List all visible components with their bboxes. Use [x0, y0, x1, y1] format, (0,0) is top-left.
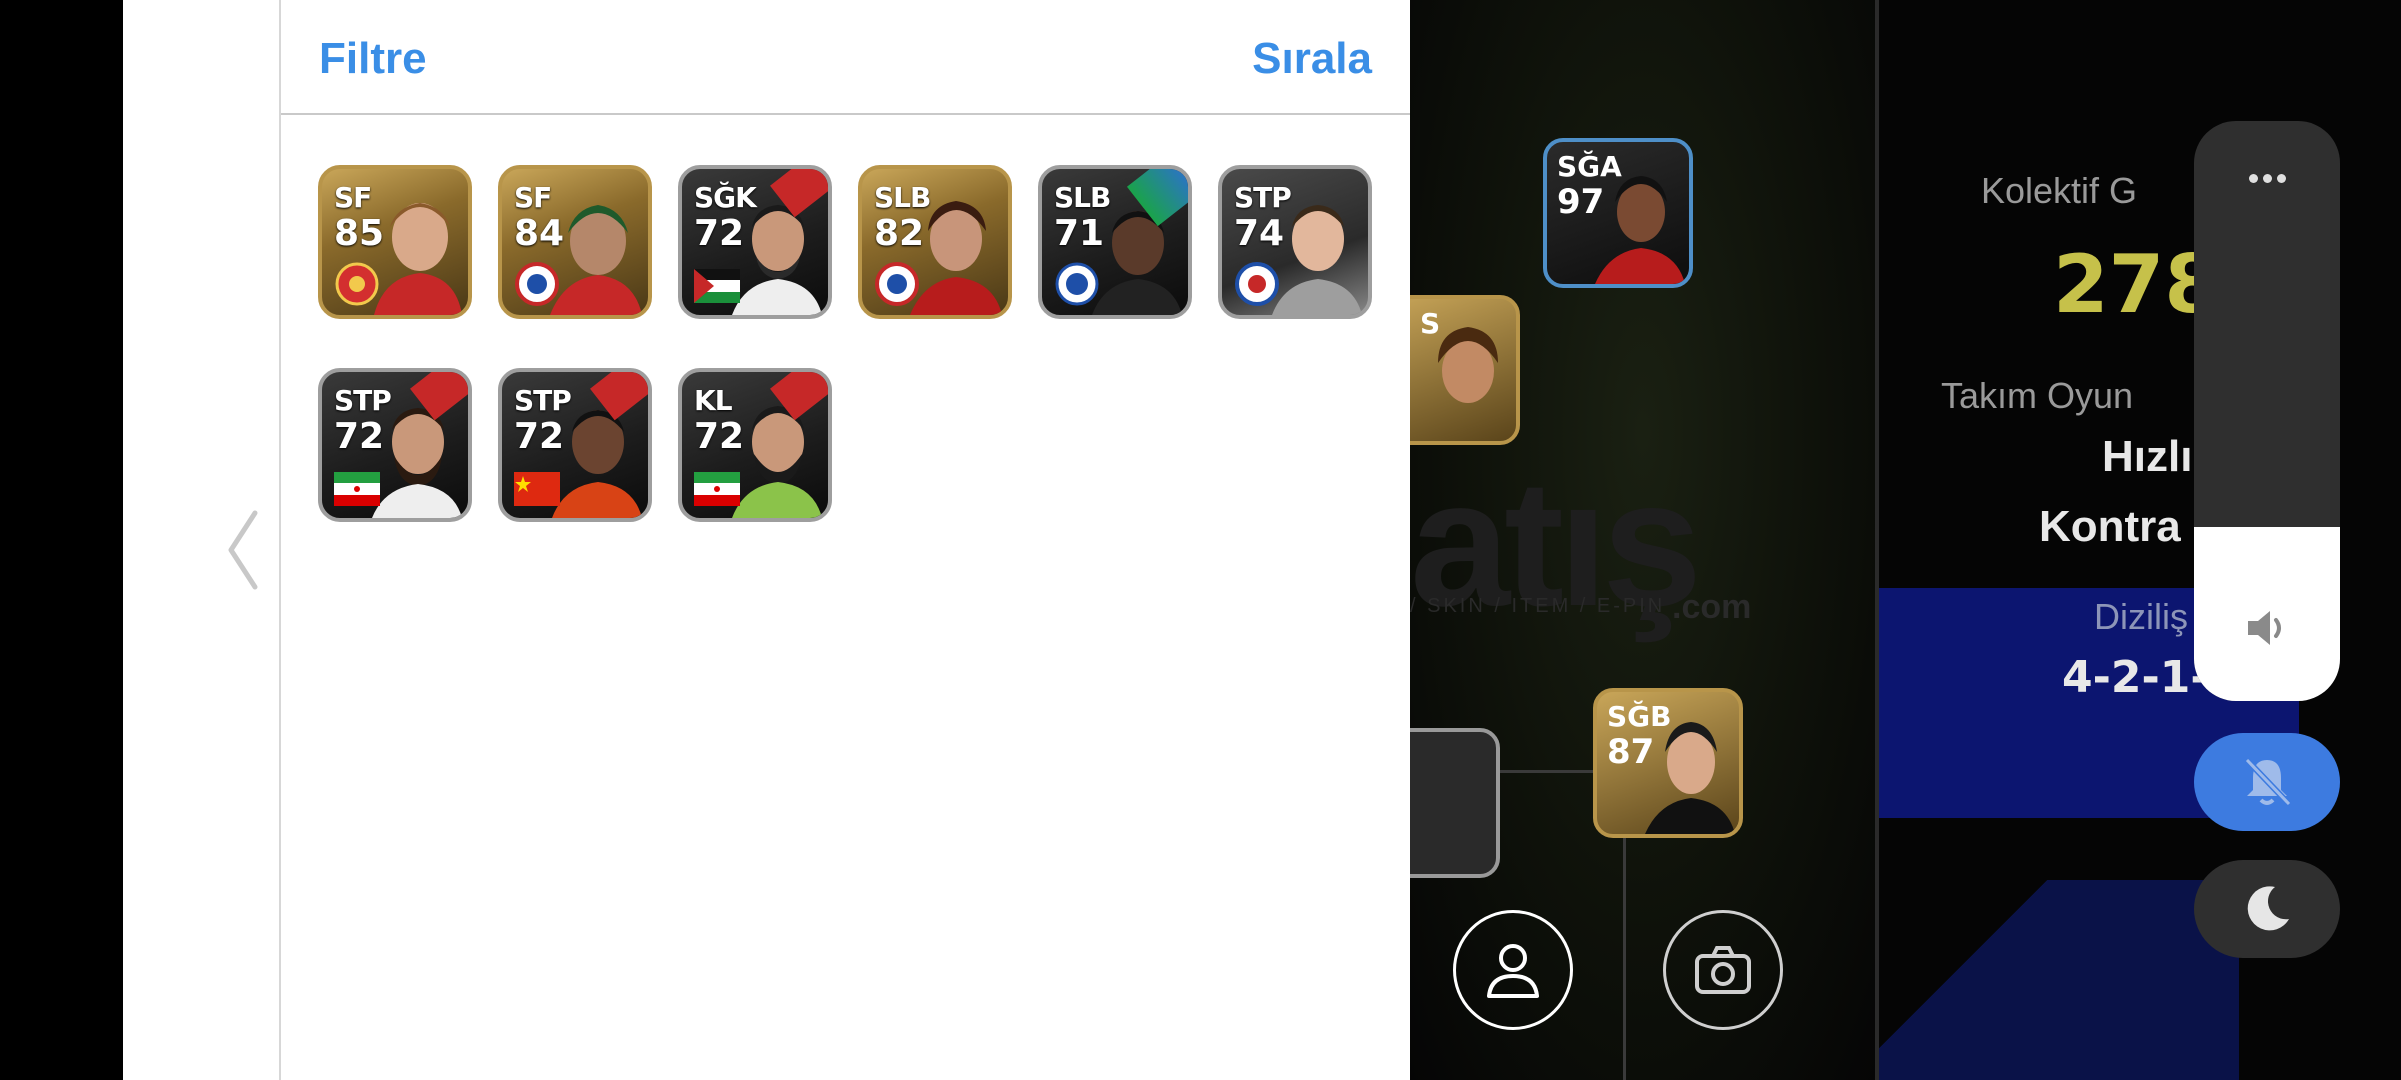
club-badge-icon — [335, 262, 379, 306]
speaker-icon — [2248, 611, 2281, 645]
card-position: SLB — [1054, 181, 1111, 214]
card-rating: 72 — [694, 213, 745, 254]
card-position: SĞK — [694, 181, 757, 214]
kolektif-label: Kolektif G — [1981, 170, 2138, 211]
card-rating: 72 — [694, 416, 745, 457]
card-position: SF — [334, 181, 372, 214]
card-rating: 97 — [1557, 182, 1605, 222]
card-rating: 74 — [1234, 213, 1285, 254]
more-options-icon[interactable] — [2194, 159, 2340, 199]
card-position: S — [1420, 307, 1441, 340]
card-rating: 85 — [334, 213, 385, 254]
card-rating: 72 — [514, 416, 565, 457]
card-position: SĞA — [1557, 150, 1622, 183]
player-card[interactable]: SF 84 — [498, 165, 652, 319]
player-card[interactable]: STP 72 — [318, 368, 472, 522]
team-play-label: Takım Oyun — [1941, 375, 2134, 416]
mute-toggle[interactable] — [2194, 733, 2340, 831]
player-card[interactable]: STP 72 — [498, 368, 652, 522]
card-rating: 82 — [874, 213, 925, 254]
card-position: SF — [514, 181, 552, 214]
club-badge-icon — [515, 262, 559, 306]
formation-label: Diziliş — [2094, 596, 2188, 637]
sort-button[interactable]: Sırala — [1252, 34, 1372, 84]
camera-button[interactable] — [1663, 910, 1783, 1030]
card-rating: 87 — [1607, 732, 1655, 772]
pitch: atış / SKIN / ITEM / E-PIN .com SĞA 97 S… — [1410, 0, 1875, 1080]
card-position: STP — [514, 384, 572, 417]
pitch-player-card[interactable] — [1410, 728, 1500, 878]
card-position: SLB — [874, 181, 931, 214]
card-rating: 72 — [334, 416, 385, 457]
decor-shape — [1879, 880, 2239, 1080]
card-rating: 84 — [514, 213, 565, 254]
watermark-domain: .com — [1672, 588, 1752, 626]
club-badge-icon — [875, 262, 919, 306]
club-badge-icon — [1055, 262, 1099, 306]
player-card[interactable]: SLB 71 — [1038, 165, 1192, 319]
bell-off-icon — [2244, 757, 2292, 807]
chevron-left-icon[interactable] — [223, 505, 263, 595]
watermark-subtitle: / SKIN / ITEM / E-PIN — [1410, 595, 1666, 617]
dark-mode-toggle[interactable] — [2194, 860, 2340, 958]
panel-header: Filtre Sırala — [281, 0, 1410, 115]
player-card[interactable]: SĞK 72 — [678, 165, 832, 319]
flag-iran-icon — [334, 472, 380, 506]
moon-icon — [2247, 886, 2289, 931]
card-position: STP — [1234, 181, 1292, 214]
play-style-2: Kontra — [2039, 502, 2181, 551]
filter-panel: Filtre Sırala SF 85 SF 84 SĞK 72 SLB 82 … — [123, 0, 1410, 1080]
pitch-player-card[interactable]: SĞB 87 — [1593, 688, 1743, 838]
panel-side-strip — [123, 0, 281, 1080]
player-card[interactable]: SF 85 — [318, 165, 472, 319]
profile-button[interactable] — [1453, 910, 1573, 1030]
play-style-1: Hızlı — [2102, 432, 2193, 481]
player-card[interactable]: STP 74 — [1218, 165, 1372, 319]
pitch-player-card[interactable]: S — [1410, 295, 1520, 445]
card-position: SĞB — [1607, 700, 1672, 733]
player-card[interactable]: KL 72 — [678, 368, 832, 522]
filter-button[interactable]: Filtre — [319, 34, 427, 84]
card-rating: 71 — [1054, 213, 1105, 254]
volume-slider[interactable] — [2194, 121, 2340, 701]
camera-icon — [1695, 946, 1751, 994]
player-card[interactable]: SLB 82 — [858, 165, 1012, 319]
pitch-player-card[interactable]: SĞA 97 — [1543, 138, 1693, 288]
flag-jordan-icon — [694, 269, 740, 303]
card-position: STP — [334, 384, 392, 417]
user-icon — [1487, 944, 1539, 998]
flag-iran-icon — [694, 472, 740, 506]
card-position: KL — [694, 384, 733, 417]
flag-china-icon — [514, 472, 560, 506]
club-badge-icon — [1235, 262, 1279, 306]
